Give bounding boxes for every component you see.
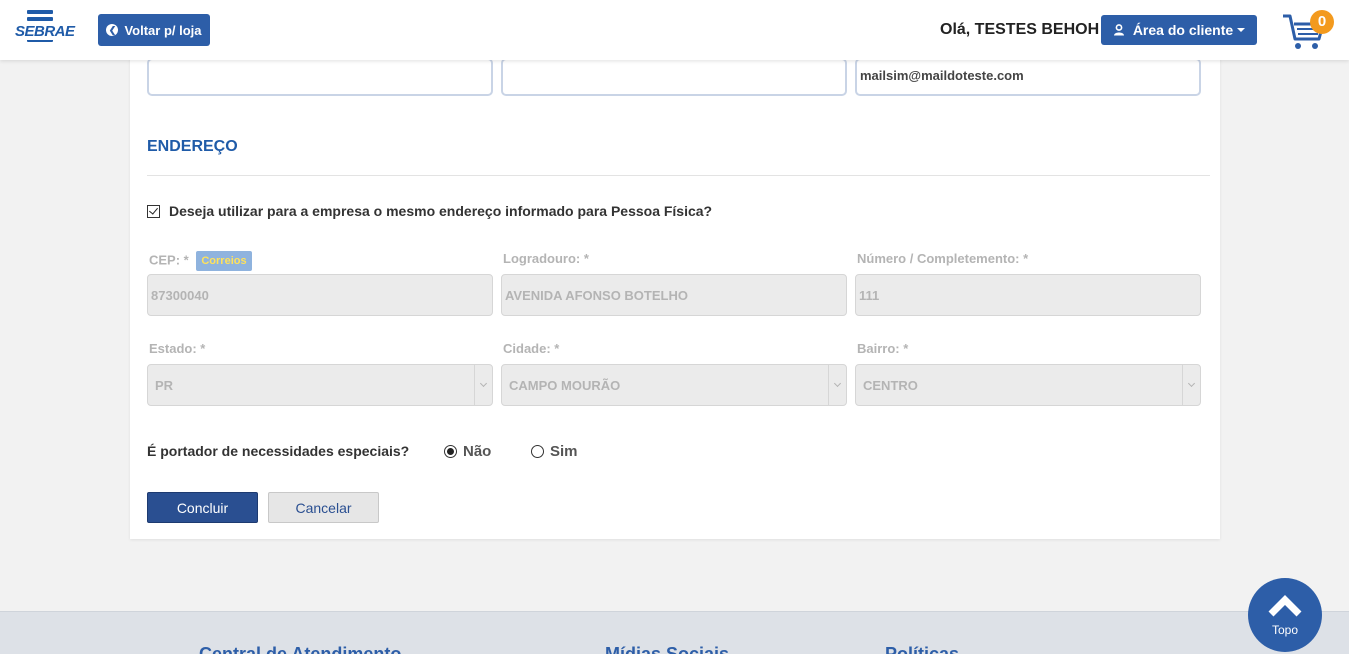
chevron-down-icon (828, 365, 846, 405)
section-title-address: ENDEREÇO (147, 138, 238, 155)
radio-yes-label: Sim (550, 443, 578, 460)
chevron-up-icon (1268, 595, 1302, 617)
email-field[interactable]: mailsim@maildoteste.com (855, 58, 1201, 96)
form-card: mailsim@maildoteste.com ENDEREÇO Deseja … (130, 40, 1220, 539)
bairro-label: Bairro: * (857, 341, 909, 356)
estado-value: PR (155, 378, 174, 393)
bairro-value: CENTRO (863, 378, 918, 393)
chevron-left-circle-icon: ❮ (106, 24, 119, 36)
same-address-label: Deseja utilizar para a empresa o mesmo e… (169, 203, 713, 219)
correios-link[interactable]: Correios (196, 251, 252, 271)
cidade-label: Cidade: * (503, 341, 560, 356)
cep-input[interactable]: 87300040 (147, 274, 493, 316)
contact-field-2[interactable] (501, 58, 847, 96)
numero-label: Número / Completemento: * (857, 251, 1029, 266)
radio-option-no[interactable]: Não (444, 443, 491, 460)
site-header: SEBRAE ❮ Voltar p/ loja Olá, TESTES BEHO… (0, 0, 1349, 60)
footer-heading-support[interactable]: Central de Atendimento (199, 644, 401, 654)
section-divider (147, 175, 1210, 176)
bairro-select[interactable]: CENTRO (855, 364, 1201, 406)
cep-label-text: CEP: * (149, 252, 189, 268)
back-to-top-button[interactable]: Topo (1248, 578, 1322, 652)
numero-input[interactable]: 111 (855, 274, 1201, 316)
chevron-down-icon (474, 365, 492, 405)
site-footer: Central de Atendimento Mídias Sociais Po… (0, 611, 1349, 654)
same-address-option[interactable]: Deseja utilizar para a empresa o mesmo e… (147, 203, 712, 219)
chevron-down-icon (1182, 365, 1200, 405)
submit-button[interactable]: Concluir (147, 492, 258, 523)
client-area-dropdown[interactable]: Área do cliente (1101, 15, 1257, 45)
logradouro-input[interactable]: AVENIDA AFONSO BOTELHO (501, 274, 847, 316)
user-greeting: Olá, TESTES BEHOH (940, 21, 1100, 38)
radio-no[interactable] (444, 445, 457, 458)
cidade-value: CAMPO MOURÃO (509, 378, 621, 393)
radio-yes[interactable] (531, 445, 544, 458)
caret-down-icon (1237, 28, 1246, 32)
contact-field-1[interactable] (147, 58, 493, 96)
footer-heading-policies[interactable]: Políticas (885, 644, 959, 654)
user-icon (1113, 24, 1124, 36)
radio-option-yes[interactable]: Sim (531, 443, 578, 460)
radio-no-label: Não (463, 443, 492, 460)
back-to-top-label: Topo (1271, 623, 1299, 637)
cancel-button[interactable]: Cancelar (268, 492, 379, 523)
footer-heading-social[interactable]: Mídias Sociais (605, 644, 729, 654)
cidade-select[interactable]: CAMPO MOURÃO (501, 364, 847, 406)
logradouro-label: Logradouro: * (503, 251, 589, 266)
sebrae-logo[interactable]: SEBRAE (12, 10, 76, 50)
back-to-store-label: Voltar p/ loja (124, 22, 202, 38)
cart-count-badge: 0 (1310, 10, 1334, 34)
cep-label: CEP: * Correios (149, 251, 252, 271)
special-needs-question: É portador de necessidades especiais? (147, 443, 410, 459)
client-area-label: Área do cliente (1132, 22, 1234, 38)
same-address-checkbox[interactable] (147, 204, 160, 218)
estado-label: Estado: * (149, 341, 206, 356)
logo-text: SEBRAE (14, 23, 76, 40)
back-to-store-button[interactable]: ❮ Voltar p/ loja (98, 14, 210, 46)
cart-button[interactable]: 0 (1282, 10, 1342, 52)
estado-select[interactable]: PR (147, 364, 493, 406)
